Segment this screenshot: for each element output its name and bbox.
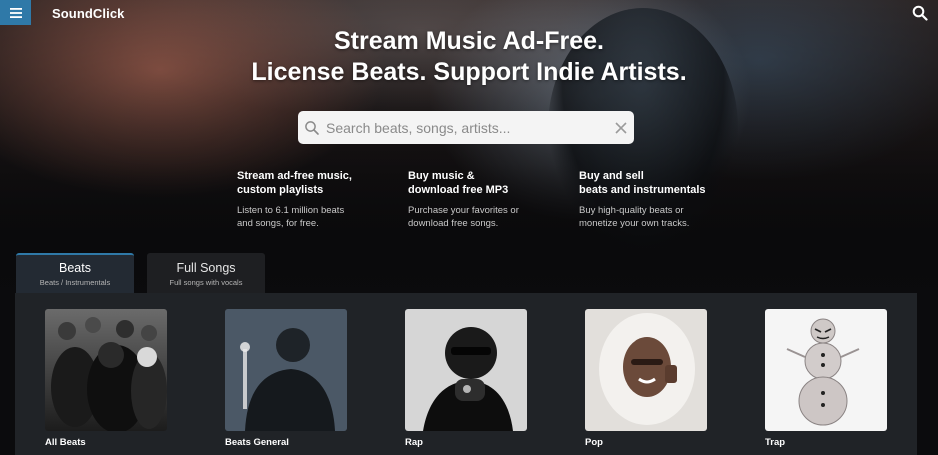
feature-title-line: beats and instrumentals (579, 183, 706, 196)
search-icon[interactable] (912, 5, 928, 21)
feature-desc-line: monetize your own tracks. (579, 218, 690, 229)
tab-label: Beats (59, 261, 91, 275)
category-label: Pop (585, 437, 603, 448)
category-label: Trap (765, 437, 786, 448)
menu-button[interactable] (0, 0, 31, 25)
pop-thumbnail (585, 309, 707, 431)
beats-general-thumbnail (225, 309, 347, 431)
category-label: Beats General (225, 437, 289, 448)
feature-title: Buy music & download free MP3 (408, 170, 568, 197)
feature-description: Listen to 6.1 million beats and songs, f… (237, 204, 397, 230)
feature-title-line: custom playlists (237, 183, 324, 196)
feature-buy-sell: Buy and sell beats and instrumentals Buy… (579, 170, 739, 230)
brand-logo[interactable]: SoundClick (52, 6, 125, 21)
clear-x-icon[interactable] (614, 121, 628, 135)
feature-description: Buy high-quality beats or monetize your … (579, 204, 739, 230)
feature-title-line: Stream ad-free music, (237, 170, 352, 182)
tab-label: Full Songs (176, 261, 236, 275)
search-bar (298, 111, 634, 144)
category-card-rap[interactable]: Rap (405, 309, 527, 448)
feature-title: Buy and sell beats and instrumentals (579, 170, 739, 197)
category-card-beats-general[interactable]: Beats General (225, 309, 347, 448)
tab-sublabel: Full songs with vocals (169, 278, 243, 287)
category-card-pop[interactable]: Pop (585, 309, 707, 448)
feature-title: Stream ad-free music, custom playlists (237, 170, 397, 197)
feature-title-line: Buy and sell (579, 170, 644, 182)
category-card-all-beats[interactable]: All Beats (45, 309, 167, 448)
feature-title-line: download free MP3 (408, 183, 509, 196)
category-label: Rap (405, 437, 423, 448)
feature-desc-line: download free songs. (408, 218, 499, 229)
search-field-icon (305, 120, 319, 135)
hamburger-menu-icon (9, 7, 22, 18)
all-beats-thumbnail (45, 309, 167, 431)
tab-sublabel: Beats / Instrumentals (39, 278, 111, 287)
rap-thumbnail (405, 309, 527, 431)
category-card-trap[interactable]: Trap (765, 309, 887, 448)
hero-headline-line1: Stream Music Ad-Free. (334, 27, 604, 55)
hero-headline-line2: License Beats. Support Indie Artists. (251, 58, 687, 86)
search-input[interactable] (320, 119, 614, 136)
feature-desc-line: Buy high-quality beats or (579, 205, 684, 216)
feature-stream: Stream ad-free music, custom playlists L… (237, 170, 397, 230)
feature-desc-line: Purchase your favorites or (408, 205, 519, 216)
tab-full-songs[interactable]: Full Songs Full songs with vocals (147, 253, 265, 293)
tab-beats[interactable]: Beats Beats / Instrumentals (16, 253, 134, 293)
feature-description: Purchase your favorites or download free… (408, 204, 568, 230)
category-label: All Beats (45, 437, 86, 448)
feature-title-line: Buy music & (408, 170, 475, 182)
trap-thumbnail (765, 309, 887, 431)
feature-buy-music: Buy music & download free MP3 Purchase y… (408, 170, 568, 230)
feature-desc-line: Listen to 6.1 million beats (237, 205, 345, 216)
feature-desc-line: and songs, for free. (237, 218, 319, 229)
